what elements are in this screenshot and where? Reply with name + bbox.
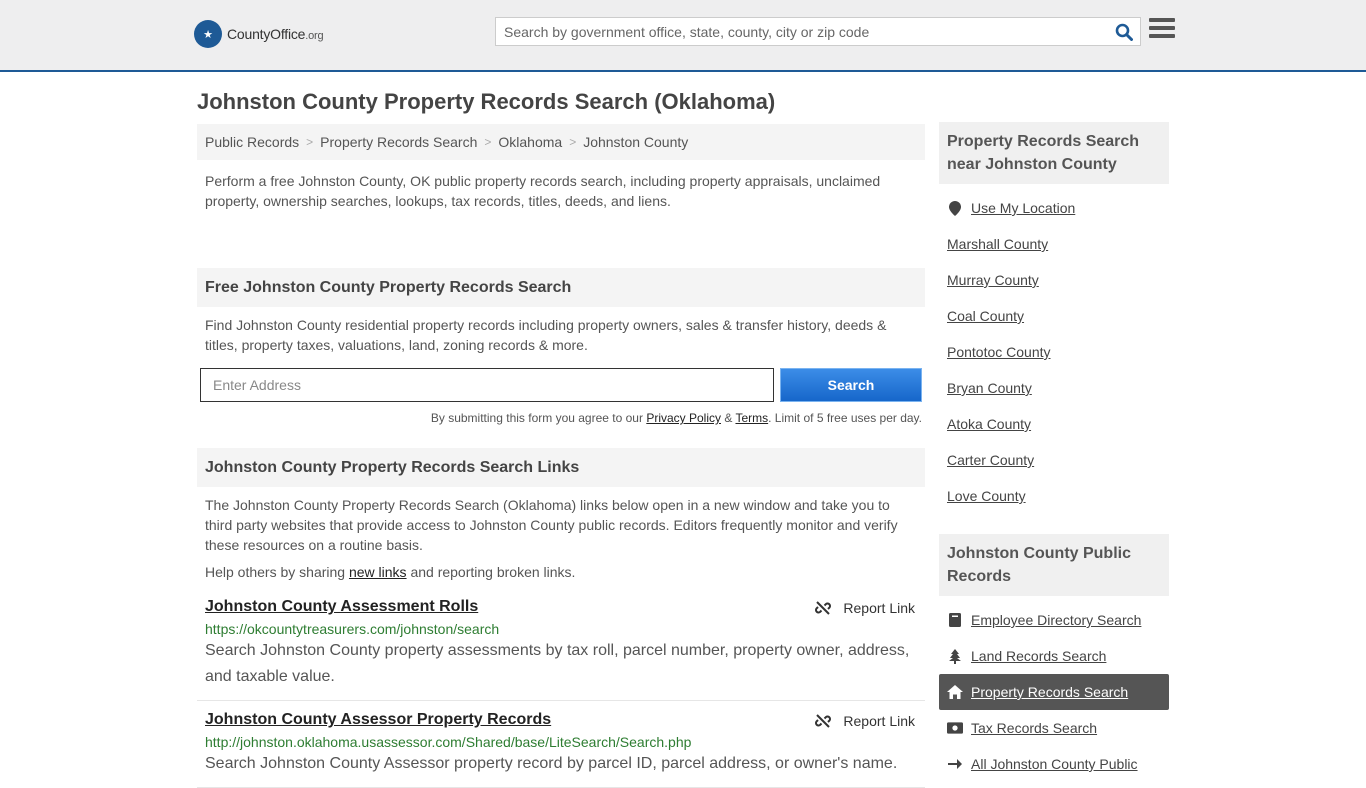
help-text: Help others by sharing new links and rep… [205,564,576,580]
list-item: Johnston County Assessor Property Record… [197,701,925,788]
map-marker-icon [947,200,963,216]
terms-link[interactable]: Terms [735,411,768,425]
breadcrumb: Public Records > Property Records Search… [197,124,925,160]
free-search-heading: Free Johnston County Property Records Se… [197,268,925,307]
breadcrumb-separator: > [484,135,492,149]
site-search-input[interactable] [496,18,1108,45]
county-link[interactable]: Coal County [947,308,1024,324]
links-section-heading: Johnston County Property Records Search … [197,448,925,487]
intro-text: Perform a free Johnston County, OK publi… [205,173,881,209]
sidebar-item-pontotoc[interactable]: Pontotoc County [939,334,1169,370]
tax-records-link[interactable]: Tax Records Search [971,720,1097,736]
sidebar-item-marshall[interactable]: Marshall County [939,226,1169,262]
free-search-text: Find Johnston County residential propert… [205,317,887,353]
breadcrumb-current: Johnston County [583,134,689,150]
site-logo[interactable]: ★ CountyOffice.org [194,20,324,48]
privacy-policy-link[interactable]: Privacy Policy [646,411,721,425]
sidebar-item-bryan[interactable]: Bryan County [939,370,1169,406]
report-link-button[interactable]: Report Link [815,713,915,729]
sidebar-item-tax-records[interactable]: Tax Records Search [939,710,1169,746]
property-records-link[interactable]: Property Records Search [971,684,1128,700]
arrow-right-icon [947,758,963,770]
sidebar-item-murray[interactable]: Murray County [939,262,1169,298]
sidebar-item-land-records[interactable]: Land Records Search [939,638,1169,674]
resource-link-title[interactable]: Johnston County Assessment Rolls [205,598,478,615]
sidebar-item-property-records[interactable]: Property Records Search [939,674,1169,710]
book-icon [947,613,963,627]
sidebar-item-coal[interactable]: Coal County [939,298,1169,334]
resource-url: https://okcountytreasurers.com/johnston/… [205,621,500,637]
county-link[interactable]: Carter County [947,452,1034,468]
address-search-button[interactable]: Search [780,368,922,402]
nearby-list: Use My Location Marshall County Murray C… [939,184,1169,514]
address-search-form: Search [197,368,925,402]
county-link[interactable]: Murray County [947,272,1039,288]
nearby-heading: Property Records Search near Johnston Co… [939,122,1169,184]
list-item: Johnston County Assessment Rolls https:/… [197,580,925,701]
tree-icon [947,648,963,664]
county-link[interactable]: Pontotoc County [947,344,1051,360]
county-link[interactable]: Love County [947,488,1026,504]
breadcrumb-public-records[interactable]: Public Records [205,134,299,150]
breadcrumb-separator: > [569,135,577,149]
sidebar-item-love[interactable]: Love County [939,478,1169,514]
breadcrumb-property-records-search[interactable]: Property Records Search [320,134,477,150]
new-links-link[interactable]: new links [349,564,407,580]
address-input[interactable] [200,368,774,402]
report-link-label: Report Link [843,600,915,616]
report-link-button[interactable]: Report Link [815,600,915,616]
county-link[interactable]: Atoka County [947,416,1031,432]
breadcrumb-separator: > [306,135,314,149]
use-location-item[interactable]: Use My Location [939,190,1169,226]
public-records-heading: Johnston County Public Records [939,534,1169,596]
broken-link-icon [815,714,832,728]
hamburger-menu-icon[interactable] [1149,18,1175,42]
sidebar-item-all-public-records[interactable]: All Johnston County Public [939,746,1169,782]
broken-link-icon [815,601,832,615]
sidebar-item-atoka[interactable]: Atoka County [939,406,1169,442]
sidebar: Property Records Search near Johnston Co… [939,122,1169,782]
money-icon [947,722,963,734]
search-icon[interactable] [1108,18,1140,45]
resource-url: http://johnston.oklahoma.usassessor.com/… [205,734,692,750]
county-link[interactable]: Marshall County [947,236,1048,252]
report-link-label: Report Link [843,713,915,729]
all-public-records-link[interactable]: All Johnston County Public [971,756,1138,772]
form-disclaimer: By submitting this form you agree to our… [430,411,922,425]
logo-seal-icon: ★ [194,20,222,48]
site-header: ★ CountyOffice.org [0,0,1366,72]
sidebar-item-employee-directory[interactable]: Employee Directory Search [939,602,1169,638]
county-link[interactable]: Bryan County [947,380,1032,396]
employee-directory-link[interactable]: Employee Directory Search [971,612,1141,628]
resource-description: Search Johnston County property assessme… [205,642,910,685]
page-title: Johnston County Property Records Search … [197,89,776,114]
site-search [495,17,1141,46]
sidebar-item-carter[interactable]: Carter County [939,442,1169,478]
resource-link-title[interactable]: Johnston County Assessor Property Record… [205,711,551,728]
links-section-text: The Johnston County Property Records Sea… [205,497,898,553]
main-content: Public Records > Property Records Search… [197,124,925,788]
breadcrumb-oklahoma[interactable]: Oklahoma [498,134,562,150]
home-icon [947,685,963,699]
use-location-link[interactable]: Use My Location [971,200,1075,216]
public-records-list: Employee Directory Search Land Records S… [939,596,1169,782]
logo-text: CountyOffice.org [227,26,324,42]
land-records-link[interactable]: Land Records Search [971,648,1106,664]
resource-description: Search Johnston County Assessor property… [205,755,898,772]
